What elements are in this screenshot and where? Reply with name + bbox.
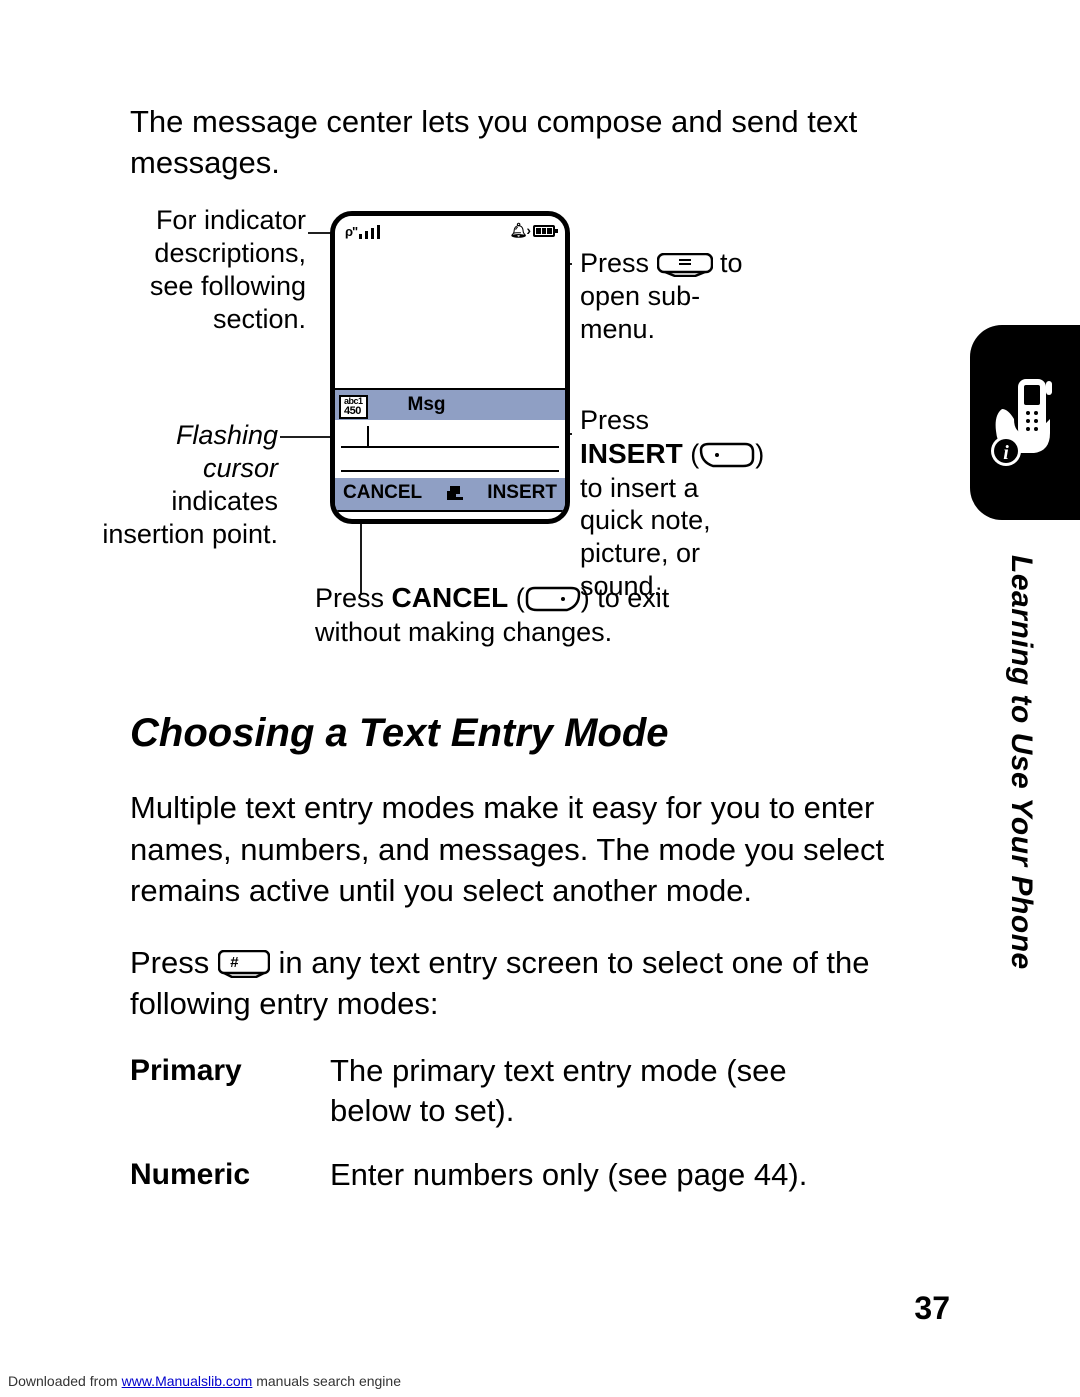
alert-icon: 🔔︎› xyxy=(510,222,530,239)
callout-indicators: For indicator descriptions, see followin… xyxy=(124,204,306,336)
mode-name: Primary xyxy=(130,1047,330,1152)
mode-name: Numeric xyxy=(130,1151,330,1215)
softkey-menu-icon xyxy=(447,486,463,500)
table-row: Numeric Enter numbers only (see page 44)… xyxy=(130,1151,870,1215)
footer-text: Downloaded from www.Manualslib.com manua… xyxy=(8,1373,401,1389)
left-softkey-icon xyxy=(525,586,581,612)
svg-text:i: i xyxy=(1003,442,1009,464)
phone-screen: ρ" 🔔︎› abc1 450 xyxy=(330,211,570,524)
screen-title: Msg xyxy=(408,394,446,416)
phone-info-icon: i xyxy=(984,373,1066,473)
body-para-2: Press # in any text entry screen to sele… xyxy=(130,942,960,1024)
callout-menu: Press to open sub- menu. xyxy=(580,247,840,346)
softkey-insert: INSERT xyxy=(487,482,557,504)
footer-link[interactable]: www.Manualslib.com xyxy=(122,1373,253,1389)
status-bar: ρ" 🔔︎› xyxy=(335,216,565,239)
signal-icon: ρ" xyxy=(345,222,381,239)
menu-key-icon xyxy=(657,253,713,277)
text-input-area xyxy=(335,420,565,478)
entry-mode-tag: abc1 450 xyxy=(339,395,368,419)
side-section-title: Learning to Use Your Phone xyxy=(1004,555,1038,970)
screen-diagram: For indicator descriptions, see followin… xyxy=(130,201,950,671)
entry-modes-table: Primary The primary text entry mode (see… xyxy=(130,1047,870,1216)
cursor-icon xyxy=(367,426,369,446)
mode-desc: Enter numbers only (see page 44). xyxy=(330,1151,870,1215)
page-number: 37 xyxy=(914,1290,950,1327)
callout-cancel: Press CANCEL () to exit without making c… xyxy=(315,581,815,648)
hash-key-icon: # xyxy=(218,950,270,978)
section-heading: Choosing a Text Entry Mode xyxy=(130,711,960,756)
svg-text:#: # xyxy=(230,954,239,971)
body-para-1: Multiple text entry modes make it easy f… xyxy=(130,787,960,911)
callout-cursor: Flashing cursor indicates insertion poin… xyxy=(50,419,278,551)
battery-icon xyxy=(533,225,555,237)
right-softkey-icon xyxy=(699,442,755,468)
section-tab: i xyxy=(970,325,1080,520)
intro-text: The message center lets you compose and … xyxy=(130,101,960,183)
callout-insert: Press INSERT () to insert a quick note, … xyxy=(580,404,860,603)
softkey-cancel: CANCEL xyxy=(343,482,422,504)
mode-desc: The primary text entry mode (see below t… xyxy=(330,1047,870,1152)
table-row: Primary The primary text entry mode (see… xyxy=(130,1047,870,1152)
